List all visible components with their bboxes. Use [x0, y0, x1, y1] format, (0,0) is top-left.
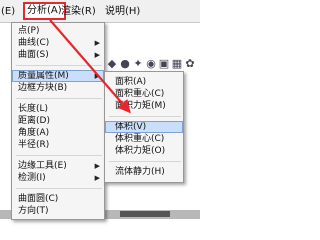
- toolbar: ◆ ● ✦ ◉ ▣ ▦ ✿: [104, 58, 200, 70]
- menu-separator: [16, 188, 102, 189]
- menu-item-label: 曲面圆(C): [18, 194, 59, 204]
- menu-edit[interactable]: (E): [0, 4, 16, 19]
- menu-item-label: 距离(D): [18, 116, 50, 126]
- menu-item-label: 流体静力(H): [115, 167, 165, 177]
- menu-item-label: 曲面(S): [18, 50, 49, 60]
- menu-separator: [16, 65, 102, 66]
- menu-separator: [16, 155, 102, 156]
- menu-item-point[interactable]: 点(P): [12, 25, 104, 37]
- menu-item-label: 面积重心(C): [115, 89, 165, 99]
- menu-bar: (E) 分析(A) 渲染(R) 说明(H): [0, 0, 200, 23]
- analysis-menu: 点(P) 曲线(C) ▶ 曲面(S) ▶ 质量属性(M) ▶ 边框方块(B) 长度(L…: [11, 22, 105, 220]
- menu-item-label: 半径(R): [18, 140, 50, 150]
- submenu-item-area[interactable]: 面积(A): [105, 76, 183, 88]
- sphere-icon[interactable]: ●: [119, 58, 131, 70]
- menu-separator: [16, 98, 102, 99]
- menu-item-radius[interactable]: 半径(R): [12, 139, 104, 151]
- submenu-item-volume-moments[interactable]: 体积力矩(O): [105, 145, 183, 157]
- material-icon[interactable]: ▣: [158, 58, 170, 70]
- gear-icon[interactable]: ✦: [132, 58, 144, 70]
- render-icon[interactable]: ◉: [145, 58, 157, 70]
- chevron-right-icon: ▶: [94, 51, 100, 59]
- submenu-item-volume-centroid[interactable]: 体积重心(C): [105, 133, 183, 145]
- chevron-right-icon: ▶: [94, 162, 100, 170]
- status-segment: [120, 211, 170, 217]
- submenu-item-area-centroid[interactable]: 面积重心(C): [105, 88, 183, 100]
- menu-item-surface-circle[interactable]: 曲面圆(C): [12, 193, 104, 205]
- menu-item-angle[interactable]: 角度(A): [12, 127, 104, 139]
- submenu-item-hydrostatics[interactable]: 流体静力(H): [105, 166, 183, 178]
- menu-item-label: 面积(A): [115, 77, 147, 87]
- menu-item-label: 边缘工具(E): [18, 161, 67, 171]
- menu-item-length[interactable]: 长度(L): [12, 103, 104, 115]
- menu-item-label: 质量属性(M): [18, 71, 69, 81]
- menu-item-distance[interactable]: 距离(D): [12, 115, 104, 127]
- menu-separator: [109, 116, 181, 117]
- menu-item-label: 检测(I): [18, 173, 46, 183]
- menu-item-edge-tools[interactable]: 边缘工具(E) ▶: [12, 160, 104, 172]
- mass-properties-submenu: 面积(A) 面积重心(C) 面积力矩(M) 体积(V) 体积重心(C) 体积力矩…: [104, 71, 184, 183]
- submenu-item-volume[interactable]: 体积(V): [105, 121, 183, 133]
- grid-icon[interactable]: ▦: [171, 58, 183, 70]
- menu-item-label: 角度(A): [18, 128, 50, 138]
- menu-item-surface[interactable]: 曲面(S) ▶: [12, 49, 104, 61]
- menu-item-bounding-box[interactable]: 边框方块(B): [12, 82, 104, 94]
- menu-item-label: 长度(L): [18, 104, 49, 114]
- menu-item-curve[interactable]: 曲线(C) ▶: [12, 37, 104, 49]
- menu-item-label: 体积(V): [115, 122, 147, 132]
- menu-separator: [109, 161, 181, 162]
- chevron-right-icon: ▶: [94, 174, 100, 182]
- submenu-item-area-moments[interactable]: 面积力矩(M): [105, 100, 183, 112]
- chevron-right-icon: ▶: [94, 39, 100, 47]
- menu-item-label: 边框方块(B): [18, 83, 68, 93]
- menu-item-inspect[interactable]: 检测(I) ▶: [12, 172, 104, 184]
- menu-help[interactable]: 说明(H): [104, 4, 141, 19]
- menu-item-label: 体积重心(C): [115, 134, 165, 144]
- menu-render[interactable]: 渲染(R): [60, 4, 97, 19]
- menu-item-label: 体积力矩(O): [115, 146, 166, 156]
- settings-icon[interactable]: ✿: [184, 58, 196, 70]
- menu-item-label: 方向(T): [18, 206, 49, 216]
- menu-item-mass-properties[interactable]: 质量属性(M) ▶: [12, 70, 104, 82]
- menu-item-label: 点(P): [18, 26, 40, 36]
- menu-item-label: 面积力矩(M): [115, 101, 166, 111]
- menu-item-label: 曲线(C): [18, 38, 50, 48]
- shape-icon[interactable]: ◆: [106, 58, 118, 70]
- chevron-right-icon: ▶: [94, 72, 100, 80]
- menu-item-direction[interactable]: 方向(T): [12, 205, 104, 217]
